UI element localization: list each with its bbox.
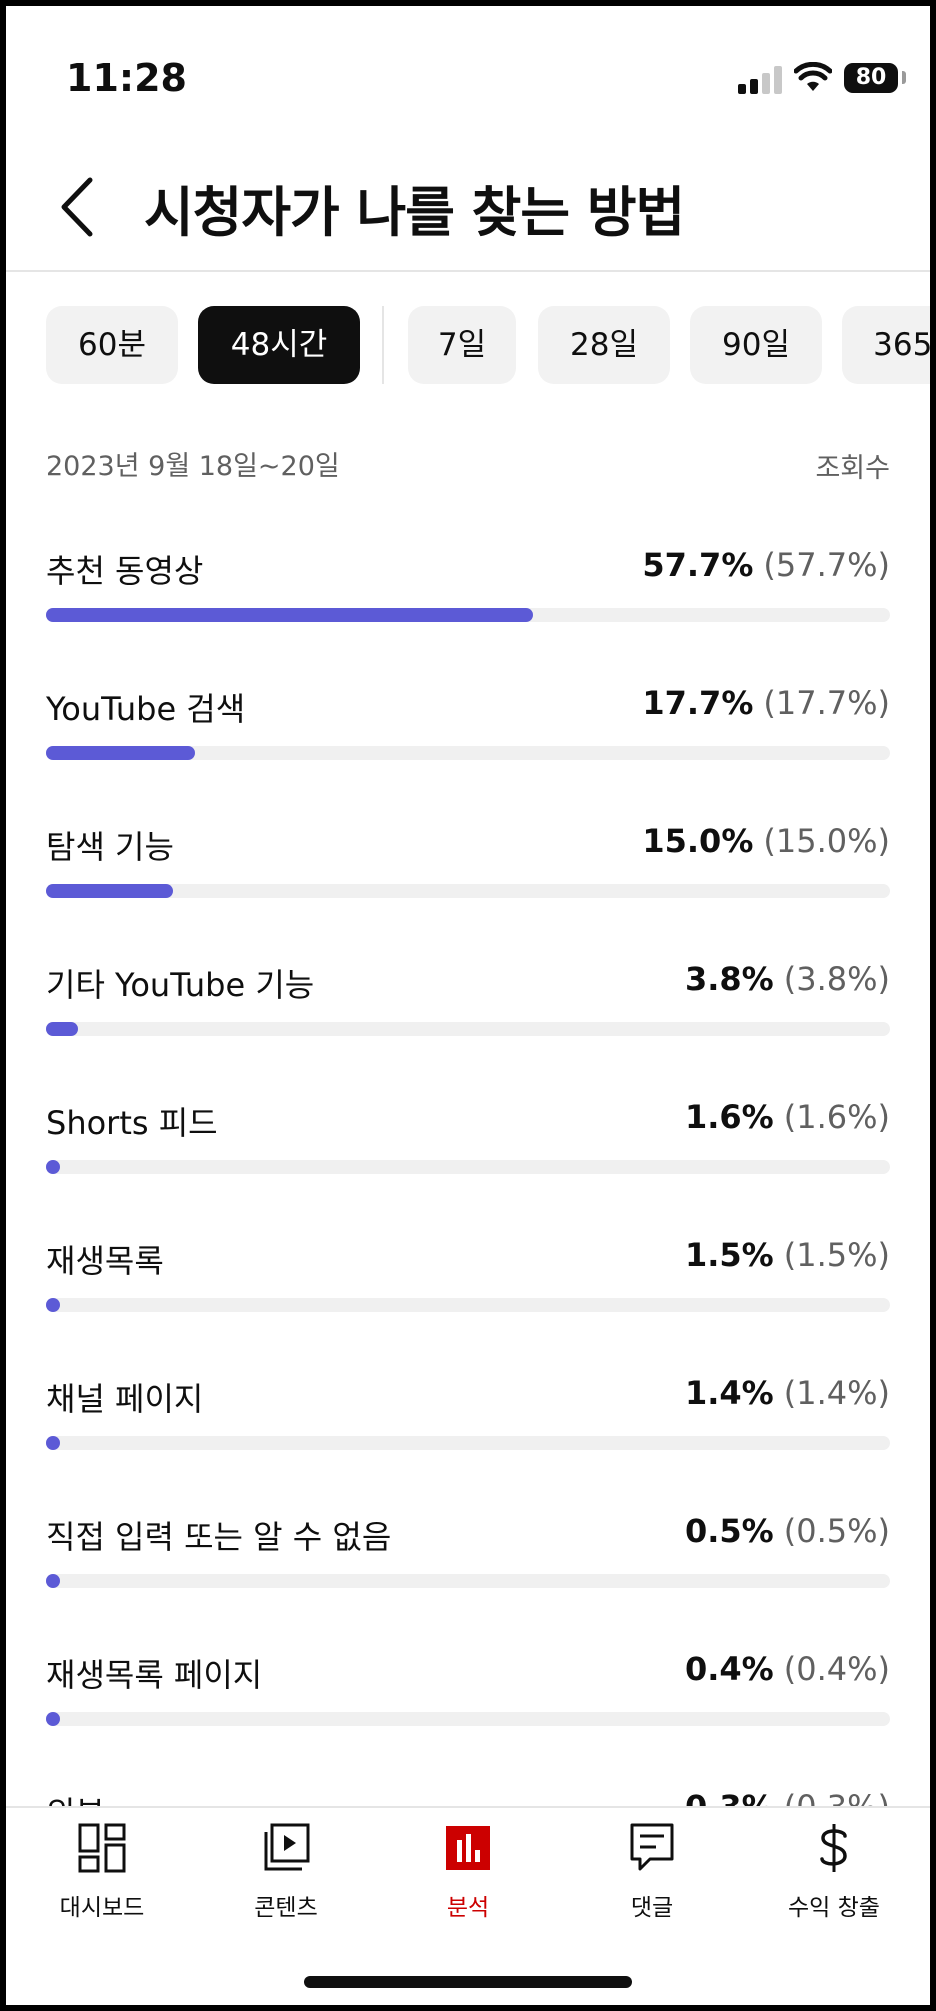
source-percent-paren: (15.0%) bbox=[763, 822, 890, 860]
nav-label: 콘텐츠 bbox=[254, 1895, 318, 1921]
source-percent-paren: (17.7%) bbox=[763, 684, 890, 722]
source-percent: 1.6% bbox=[684, 1098, 774, 1136]
source-percent-paren: (1.4%) bbox=[783, 1374, 890, 1412]
nav-comments[interactable]: 댓글 bbox=[560, 1822, 744, 1932]
date-range: 2023년 9월 18일~20일 bbox=[46, 451, 340, 482]
source-label: 채널 페이지 bbox=[46, 1380, 204, 1418]
source-label: Shorts 피드 bbox=[46, 1104, 218, 1142]
source-bar-fill bbox=[46, 608, 533, 622]
earn-icon bbox=[820, 1824, 847, 1872]
source-bar-fill bbox=[46, 1022, 79, 1036]
wifi-icon bbox=[794, 62, 832, 91]
source-row-direct-unknown[interactable]: 직접 입력 또는 알 수 없음 0.5% (0.5%) bbox=[46, 1512, 890, 1612]
source-percent-paren: (3.8%) bbox=[783, 960, 890, 998]
source-label: YouTube 검색 bbox=[46, 690, 246, 728]
source-bar-track bbox=[46, 1436, 890, 1450]
chip-60min[interactable]: 60분 bbox=[46, 306, 178, 384]
source-percent: 1.4% bbox=[684, 1374, 774, 1412]
source-label: 추천 동영상 bbox=[46, 552, 204, 590]
battery-tip bbox=[902, 71, 906, 84]
analytics-icon bbox=[446, 1826, 490, 1870]
source-bar-track bbox=[46, 608, 890, 622]
back-arrow-icon[interactable] bbox=[50, 172, 110, 242]
time-filter-chips: 60분 48시간 7일 28일 90일 365일 bbox=[46, 306, 930, 384]
source-bar-fill bbox=[46, 1298, 60, 1312]
source-bar-track bbox=[46, 1022, 890, 1036]
source-label: 기타 YouTube 기능 bbox=[46, 966, 315, 1004]
cellular-signal-icon bbox=[738, 66, 782, 94]
page-title: 시청자가 나를 찾는 방법 bbox=[144, 181, 685, 244]
source-bar-fill bbox=[46, 1712, 60, 1726]
nav-label: 댓글 bbox=[630, 1895, 674, 1921]
source-percent-paren: (0.4%) bbox=[783, 1650, 890, 1688]
chip-28d[interactable]: 28일 bbox=[538, 306, 670, 384]
chip-divider bbox=[382, 306, 384, 384]
metric-label: 조회수 bbox=[815, 453, 890, 484]
source-bar-fill bbox=[46, 884, 173, 898]
app-screen: 11:28 80 시청자가 나를 찾는 방법 60분 48시간 7일 28일 9… bbox=[6, 6, 930, 2005]
source-row-playlist-page[interactable]: 재생목록 페이지 0.4% (0.4%) bbox=[46, 1650, 890, 1750]
source-values: 0.4% (0.4%) bbox=[685, 1650, 890, 1688]
nav-content[interactable]: 콘텐츠 bbox=[194, 1822, 378, 1932]
source-values: 15.0% (15.0%) bbox=[642, 822, 890, 860]
source-bar-track bbox=[46, 884, 890, 898]
source-bar-track bbox=[46, 1160, 890, 1174]
source-values: 17.7% (17.7%) bbox=[642, 684, 890, 722]
source-values: 1.6% (1.6%) bbox=[685, 1098, 890, 1136]
chip-365d[interactable]: 365일 bbox=[842, 306, 930, 384]
source-bar-track bbox=[46, 1574, 890, 1588]
source-percent-paren: (1.5%) bbox=[783, 1236, 890, 1274]
source-percent: 3.8% bbox=[684, 960, 774, 998]
nav-label: 대시보드 bbox=[59, 1895, 145, 1921]
source-values: 1.4% (1.4%) bbox=[685, 1374, 890, 1412]
source-percent: 1.5% bbox=[684, 1236, 774, 1274]
source-bar-fill bbox=[46, 1574, 60, 1588]
comments-icon bbox=[630, 1823, 674, 1871]
source-percent: 17.7% bbox=[642, 684, 754, 722]
source-values: 1.5% (1.5%) bbox=[685, 1236, 890, 1274]
nav-label: 수익 창출 bbox=[788, 1895, 880, 1921]
source-row-shorts-feed[interactable]: Shorts 피드 1.6% (1.6%) bbox=[46, 1098, 890, 1198]
source-values: 3.8% (3.8%) bbox=[685, 960, 890, 998]
source-bar-fill bbox=[46, 746, 196, 760]
source-bar-track bbox=[46, 1712, 890, 1726]
source-bar-fill bbox=[46, 1160, 60, 1174]
source-row-recommended[interactable]: 추천 동영상 57.7% (57.7%) bbox=[46, 546, 890, 646]
status-time: 11:28 bbox=[66, 56, 187, 100]
source-percent: 57.7% bbox=[642, 546, 754, 584]
nav-analytics[interactable]: 분석 bbox=[376, 1822, 560, 1932]
source-percent-paren: (0.5%) bbox=[783, 1512, 890, 1550]
source-row-channel-page[interactable]: 채널 페이지 1.4% (1.4%) bbox=[46, 1374, 890, 1474]
source-values: 0.5% (0.5%) bbox=[685, 1512, 890, 1550]
source-percent-paren: (1.6%) bbox=[783, 1098, 890, 1136]
source-label: 탐색 기능 bbox=[46, 828, 174, 866]
source-percent-paren: (57.7%) bbox=[763, 546, 890, 584]
source-percent: 0.5% bbox=[684, 1512, 774, 1550]
battery-icon: 80 bbox=[844, 63, 898, 93]
nav-dashboard[interactable]: 대시보드 bbox=[10, 1822, 194, 1932]
source-percent: 15.0% bbox=[642, 822, 754, 860]
dashboard-icon bbox=[78, 1823, 126, 1873]
chip-90d[interactable]: 90일 bbox=[690, 306, 822, 384]
source-row-other-features[interactable]: 기타 YouTube 기능 3.8% (3.8%) bbox=[46, 960, 890, 1060]
source-label: 직접 입력 또는 알 수 없음 bbox=[46, 1518, 392, 1556]
source-label: 재생목록 bbox=[46, 1242, 164, 1280]
source-label: 재생목록 페이지 bbox=[46, 1656, 263, 1694]
source-row-youtube-search[interactable]: YouTube 검색 17.7% (17.7%) bbox=[46, 684, 890, 784]
source-row-browse[interactable]: 탐색 기능 15.0% (15.0%) bbox=[46, 822, 890, 922]
source-values: 57.7% (57.7%) bbox=[642, 546, 890, 584]
source-bar-track bbox=[46, 1298, 890, 1312]
nav-earn[interactable]: 수익 창출 bbox=[742, 1822, 926, 1932]
status-bar: 11:28 80 bbox=[6, 6, 930, 146]
source-bar-fill bbox=[46, 1436, 60, 1450]
nav-label: 분석 bbox=[446, 1895, 490, 1921]
home-indicator bbox=[304, 1976, 632, 1988]
page-header: 시청자가 나를 찾는 방법 bbox=[6, 146, 930, 272]
source-row-playlist[interactable]: 재생목록 1.5% (1.5%) bbox=[46, 1236, 890, 1336]
source-percent: 0.4% bbox=[684, 1650, 774, 1688]
chip-7d[interactable]: 7일 bbox=[408, 306, 516, 384]
source-bar-track bbox=[46, 746, 890, 760]
content-icon bbox=[264, 1823, 310, 1871]
chip-48h[interactable]: 48시간 bbox=[198, 306, 360, 384]
